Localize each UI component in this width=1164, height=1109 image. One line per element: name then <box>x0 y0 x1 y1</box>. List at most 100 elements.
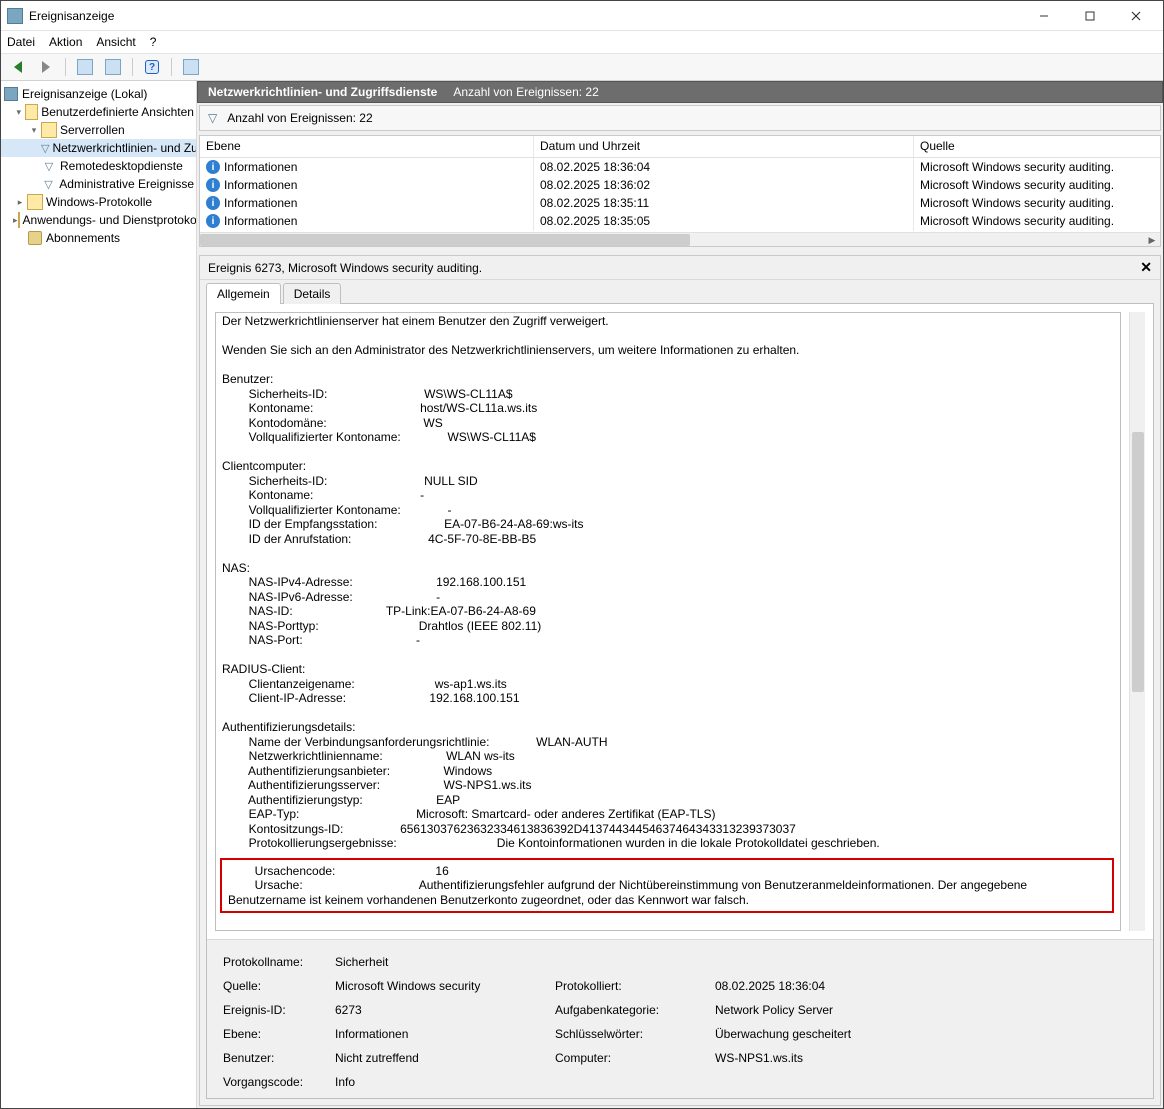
sum-src-value: Microsoft Windows security <box>335 979 555 993</box>
event-row[interactable]: iInformationen 08.02.2025 18:36:04 Micro… <box>200 158 1160 176</box>
scroll-right-icon[interactable]: ▶ <box>1144 233 1160 247</box>
tree-admin-events[interactable]: ▽ Administrative Ereignisse <box>1 175 196 193</box>
tree-admin-events-label: Administrative Ereignisse <box>59 177 194 191</box>
toolbar-help-button[interactable]: ? <box>141 56 163 78</box>
col-source[interactable]: Quelle <box>914 136 1160 157</box>
folder-icon <box>27 194 43 210</box>
tree-nps[interactable]: ▽ Netzwerkrichtlinien- und Zugriffsdiens… <box>1 139 196 157</box>
horizontal-scrollbar[interactable]: ▶ <box>200 232 1160 246</box>
sum-log-label: Protokollname: <box>223 955 335 969</box>
scrollbar-thumb[interactable] <box>200 234 690 246</box>
tree-app-services-label: Anwendungs- und Dienstprotokolle <box>23 213 196 227</box>
detail-tabs: Allgemein Details <box>200 280 1160 303</box>
pane-icon <box>77 59 93 75</box>
event-level: Informationen <box>224 196 297 210</box>
tree-pane: Ereignisanzeige (Lokal) ▾ Benutzerdefini… <box>1 81 197 1108</box>
event-row[interactable]: iInformationen 08.02.2025 18:35:05 Micro… <box>200 212 1160 230</box>
menu-action[interactable]: Aktion <box>49 35 82 49</box>
tab-general[interactable]: Allgemein <box>206 283 281 304</box>
separator <box>132 58 133 76</box>
separator <box>65 58 66 76</box>
event-datetime: 08.02.2025 18:36:02 <box>534 175 914 195</box>
tree-root-label: Ereignisanzeige (Lokal) <box>22 87 147 101</box>
forward-button[interactable] <box>35 56 57 78</box>
event-summary: Protokollname: Sicherheit Quelle: Micros… <box>207 939 1153 1098</box>
filter-icon: ▽ <box>41 158 57 174</box>
menu-help[interactable]: ? <box>150 35 157 49</box>
toolbar-button-3[interactable] <box>180 56 202 78</box>
scrollbar-thumb[interactable] <box>1132 432 1144 692</box>
col-datetime[interactable]: Datum und Uhrzeit <box>534 136 914 157</box>
detail-titlebar: Ereignis 6273, Microsoft Windows securit… <box>200 256 1160 280</box>
tree-subscriptions-label: Abonnements <box>46 231 120 245</box>
sum-op-label: Vorgangscode: <box>223 1075 335 1089</box>
filter-icon: ▽ <box>41 140 49 156</box>
sum-logged-value: 08.02.2025 18:36:04 <box>715 979 1137 993</box>
detail-pane-icon <box>183 59 199 75</box>
folder-icon <box>18 212 20 228</box>
chevron-down-icon[interactable]: ▾ <box>27 125 41 136</box>
subscriptions-icon <box>27 230 43 246</box>
category-title: Netzwerkrichtlinien- und Zugriffsdienste <box>208 85 437 99</box>
eventviewer-icon <box>3 86 19 102</box>
close-button[interactable] <box>1113 2 1159 30</box>
sum-cat-value: Network Policy Server <box>715 1003 1137 1017</box>
tree-windows-logs[interactable]: ▸ Windows-Protokolle <box>1 193 196 211</box>
toolbar-button-2[interactable] <box>102 56 124 78</box>
sum-kw-label: Schlüsselwörter: <box>555 1027 715 1041</box>
right-pane: Netzwerkrichtlinien- und Zugriffsdienste… <box>197 81 1163 1108</box>
chevron-down-icon[interactable]: ▾ <box>13 107 25 118</box>
event-level: Informationen <box>224 160 297 174</box>
category-count: Anzahl von Ereignissen: 22 <box>453 85 598 99</box>
sum-eid-value: 6273 <box>335 1003 555 1017</box>
event-list: Ebene Datum und Uhrzeit Quelle iInformat… <box>199 135 1161 247</box>
tab-details[interactable]: Details <box>283 283 342 304</box>
sum-usr-label: Benutzer: <box>223 1051 335 1065</box>
close-detail-button[interactable]: ✕ <box>1140 259 1152 276</box>
toolbar-button-1[interactable] <box>74 56 96 78</box>
tree-nps-label: Netzwerkrichtlinien- und Zugriffsdienste <box>52 141 196 155</box>
menu-file[interactable]: Datei <box>7 35 35 49</box>
sum-op-value: Info <box>335 1075 555 1089</box>
info-icon: i <box>206 178 220 192</box>
toolbar: ? <box>1 53 1163 81</box>
maximize-button[interactable] <box>1067 2 1113 30</box>
event-list-header: Ebene Datum und Uhrzeit Quelle <box>200 136 1160 158</box>
col-level[interactable]: Ebene <box>200 136 534 157</box>
folder-icon <box>41 122 57 138</box>
filter-count: Anzahl von Ereignissen: 22 <box>227 111 372 125</box>
event-level: Informationen <box>224 178 297 192</box>
menu-view[interactable]: Ansicht <box>96 35 135 49</box>
tree-rds-label: Remotedesktopdienste <box>60 159 183 173</box>
app-icon <box>7 8 23 24</box>
event-list-body: iInformationen 08.02.2025 18:36:04 Micro… <box>200 158 1160 232</box>
help-icon: ? <box>145 60 159 74</box>
tree-custom-views[interactable]: ▾ Benutzerdefinierte Ansichten <box>1 103 196 121</box>
sum-src-label: Quelle: <box>223 979 335 993</box>
tree-root[interactable]: Ereignisanzeige (Lokal) <box>1 85 196 103</box>
minimize-button[interactable] <box>1021 2 1067 30</box>
event-source: Microsoft Windows security auditing. <box>914 193 1160 213</box>
detail-title-label: Ereignis 6273, Microsoft Windows securit… <box>208 261 482 275</box>
category-header: Netzwerkrichtlinien- und Zugriffsdienste… <box>197 81 1163 103</box>
tab-general-body: Der Netzwerkrichtlinienserver hat einem … <box>206 303 1154 1099</box>
titlebar: Ereignisanzeige <box>1 1 1163 31</box>
event-row[interactable]: iInformationen 08.02.2025 18:35:11 Micro… <box>200 194 1160 212</box>
tree-app-services[interactable]: ▸ Anwendungs- und Dienstprotokolle <box>1 211 196 229</box>
vertical-scrollbar[interactable] <box>1129 312 1145 931</box>
event-row[interactable]: iInformationen 08.02.2025 18:36:02 Micro… <box>200 176 1160 194</box>
funnel-icon: ▽ <box>208 111 217 125</box>
chevron-right-icon[interactable]: ▸ <box>13 197 27 208</box>
sum-lvl-value: Informationen <box>335 1027 555 1041</box>
info-icon: i <box>206 214 220 228</box>
sum-cat-label: Aufgabenkategorie: <box>555 1003 715 1017</box>
sum-cmp-label: Computer: <box>555 1051 715 1065</box>
menubar: Datei Aktion Ansicht ? <box>1 31 1163 53</box>
back-button[interactable] <box>7 56 29 78</box>
reason-highlight: Ursachencode: 16 Ursache: Authentifizier… <box>220 858 1114 914</box>
tree-server-roles[interactable]: ▾ Serverrollen <box>1 121 196 139</box>
event-level: Informationen <box>224 214 297 228</box>
tree-subscriptions[interactable]: Abonnements <box>1 229 196 247</box>
list-icon <box>105 59 121 75</box>
tree-rds[interactable]: ▽ Remotedesktopdienste <box>1 157 196 175</box>
